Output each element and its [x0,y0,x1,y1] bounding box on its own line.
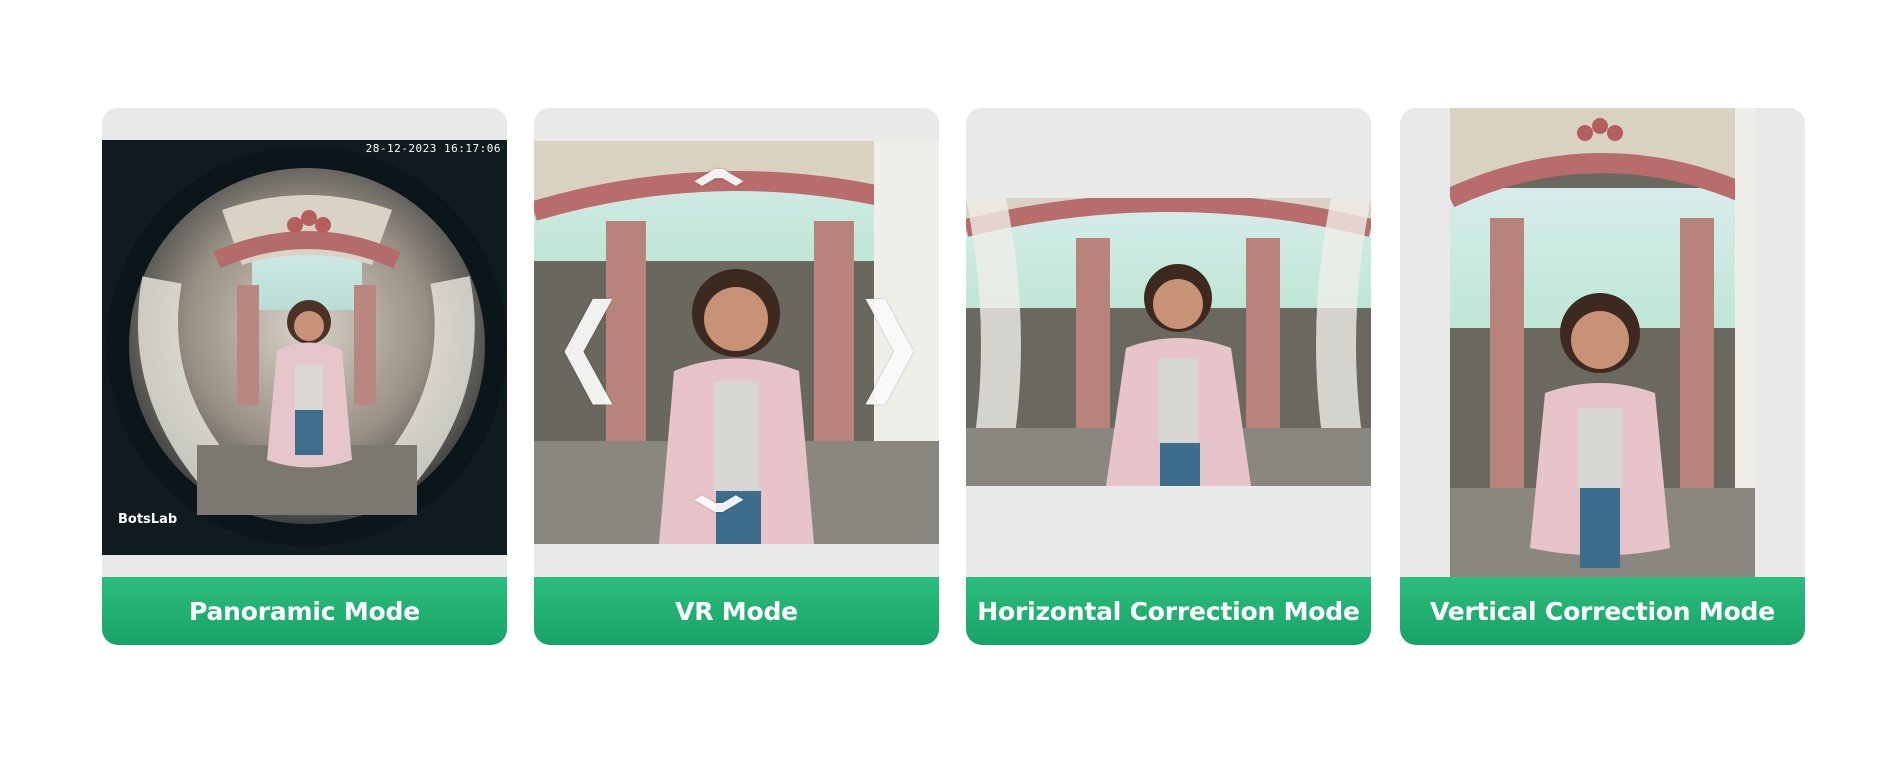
mode-label-bar: Vertical Correction Mode [1400,577,1805,645]
card-horizontal-correction-mode: Horizontal Correction Mode [966,108,1371,645]
chevron-right-icon[interactable]: ❯ [852,290,926,396]
mode-comparison: 28-12-2023 16:17:06 BotsLab Panoramic Mo… [0,0,1900,768]
vertical-correction-image [1450,108,1755,577]
panoramic-media: 28-12-2023 16:17:06 BotsLab [102,108,507,577]
chevron-down-icon[interactable]: ⌄ [673,459,764,523]
panoramic-fisheye-image: 28-12-2023 16:17:06 BotsLab [102,140,507,555]
vr-view-image: ⌃ ⌄ ❮ ❯ [534,141,939,544]
mode-label: VR Mode [675,596,798,626]
brand-watermark: BotsLab [118,512,178,527]
card-panoramic-mode: 28-12-2023 16:17:06 BotsLab Panoramic Mo… [102,108,507,645]
timestamp-overlay: 28-12-2023 16:17:06 [365,142,501,155]
horizontal-correction-image [966,198,1371,486]
horizontal-correction-media [966,108,1371,577]
mode-label-bar: Horizontal Correction Mode [966,577,1371,645]
vr-media: ⌃ ⌄ ❮ ❯ [534,108,939,577]
mode-label-bar: Panoramic Mode [102,577,507,645]
chevron-up-icon[interactable]: ⌃ [673,163,764,227]
chevron-left-icon[interactable]: ❮ [552,290,626,396]
mode-label: Panoramic Mode [189,596,420,626]
card-vr-mode: ⌃ ⌄ ❮ ❯ VR Mode [534,108,939,645]
card-vertical-correction-mode: Vertical Correction Mode [1400,108,1805,645]
mode-label: Horizontal Correction Mode [977,596,1360,626]
vertical-correction-media [1400,108,1805,577]
mode-label: Vertical Correction Mode [1429,596,1775,626]
mode-label-bar: VR Mode [534,577,939,645]
